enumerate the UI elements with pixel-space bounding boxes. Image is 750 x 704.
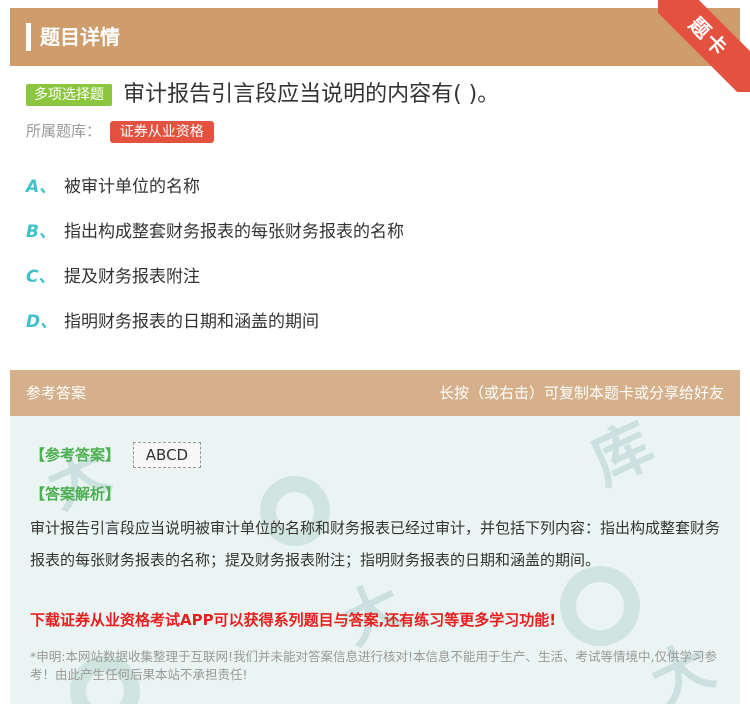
header-accent-bar (26, 23, 31, 51)
answer-section-title: 参考答案 (26, 384, 87, 402)
question-stem: 多项选择题 审计报告引言段应当说明的内容有( )。 (26, 80, 736, 110)
option-letter: C、 (26, 267, 56, 287)
library-label: 所属题库： (26, 122, 102, 140)
option-letter: D、 (26, 312, 58, 332)
library-tag[interactable]: 证券从业资格 (109, 121, 214, 143)
option-d[interactable]: D、 指明财务报表的日期和涵盖的期间 (26, 309, 726, 354)
watermark-glyph: 库 (580, 416, 665, 499)
option-text: 被审计单位的名称 (64, 177, 200, 197)
option-a[interactable]: A、 被审计单位的名称 (26, 174, 726, 219)
download-promo-link[interactable]: 下载证券从业资格考试APP可以获得系列题目与答案,还有练习等更多学习功能! (30, 608, 730, 632)
analysis-label: 【答案解析】 (30, 485, 121, 503)
options-list: A、 被审计单位的名称 B、 指出构成整套财务报表的每张财务报表的名称 C、 提… (26, 174, 726, 354)
header-bar: 题目详情 (10, 8, 740, 66)
page-title: 题目详情 (40, 25, 120, 49)
ribbon-label: 题卡 (658, 0, 750, 92)
option-letter: A、 (26, 177, 57, 197)
watermark-glyph: 大 (36, 434, 121, 523)
reference-answer: 【参考答案】 ABCD (30, 442, 202, 468)
question-type-badge: 多项选择题 (26, 84, 112, 106)
corner-ribbon: 题卡 (658, 0, 750, 92)
question-text: 审计报告引言段应当说明的内容有( )。 (123, 82, 500, 107)
option-letter: B、 (26, 222, 56, 242)
option-text: 指出构成整套财务报表的每张财务报表的名称 (64, 222, 404, 242)
option-text: 指明财务报表的日期和涵盖的期间 (64, 312, 319, 332)
answer-label: 【参考答案】 (30, 446, 121, 464)
answer-value: ABCD (132, 442, 202, 468)
share-hint: 长按（或右击）可复制本题卡或分享给好友 (438, 384, 724, 402)
option-text: 提及财务报表附注 (64, 267, 200, 287)
option-b[interactable]: B、 指出构成整套财务报表的每张财务报表的名称 (26, 219, 726, 264)
question-library: 所属题库： 证券从业资格 (26, 120, 214, 143)
answer-header: 参考答案 长按（或右击）可复制本题卡或分享给好友 (10, 370, 740, 416)
option-c[interactable]: C、 提及财务报表附注 (26, 264, 726, 309)
analysis-text: 审计报告引言段应当说明被审计单位的名称和财务报表已经过审计，并包括下列内容：指出… (30, 519, 721, 569)
watermark-logo-icon (560, 566, 640, 646)
answer-body: 大 库 大 大 【参考答案】 ABCD 【答案解析】 审计报告引言段应当说明被审… (10, 416, 740, 704)
disclaimer-text: *申明:本网站数据收集整理于互联网!我们并未能对答案信息进行核对!本信息不能用于… (30, 649, 717, 682)
